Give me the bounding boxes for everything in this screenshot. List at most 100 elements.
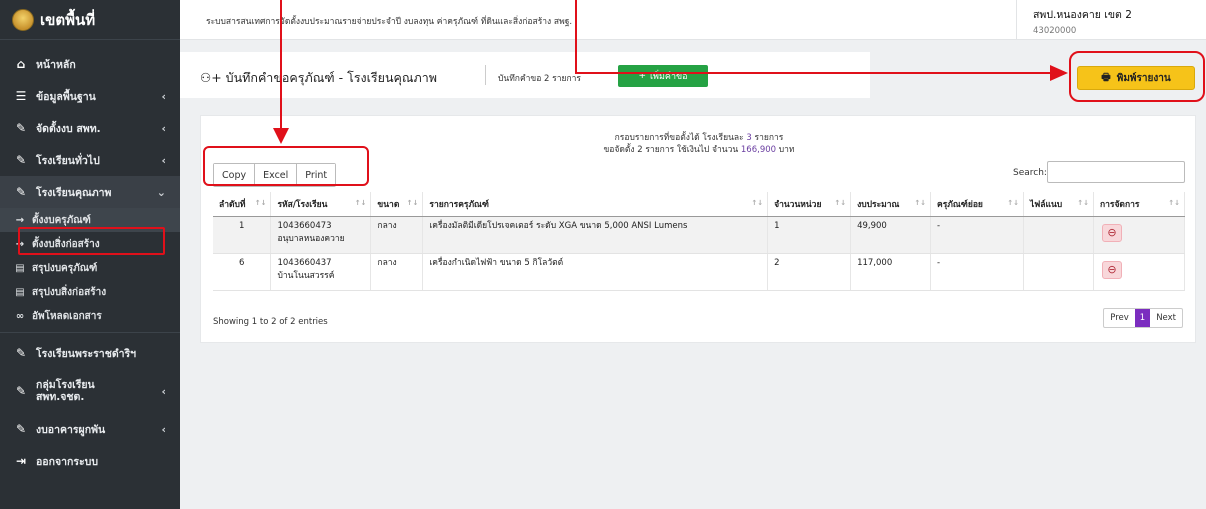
cell-no: 6 [213,253,272,291]
minus-circle-icon: ⊖ [1107,225,1117,239]
sidebar-item-royal-schools[interactable]: ✎ โรงเรียนพระราชดำริฯ [0,337,180,369]
chevron-left-icon: ‹ [161,89,166,103]
col-school-label: รหัส/โรงเรียน [277,199,328,210]
chevron-down-icon: ⌄ [156,185,166,199]
sidebar-item-home[interactable]: ⌂ หน้าหลัก [0,48,180,80]
home-icon: ⌂ [16,57,26,71]
system-title: ระบบสารสนเทศการจัดตั้งงบประมาณรายจ่ายประ… [206,17,573,27]
col-school[interactable]: รหัส/โรงเรียน ↑↓ [270,192,372,217]
sidebar-item-label-line2: สพท.จชต. [36,391,85,403]
summary-line-1: กรอบรายการที่ขอตั้งได้ โรงเรียนละ 3 รายก… [201,132,1197,144]
sidebar-item-label-line1: กลุ่มโรงเรียน [36,379,95,391]
cell-qty: 1 [767,216,852,254]
logout-icon: ⇥ [15,454,27,468]
sort-icon: ↑↓ [254,199,267,207]
edit-icon: ✎ [15,384,27,398]
topbar: ระบบสารสนเทศการจัดตั้งงบประมาณรายจ่ายประ… [180,0,1206,40]
delete-button[interactable]: ⊖ [1101,260,1122,279]
page-header-box: ⚇+ บันทึกคำขอครุภัณฑ์ - โรงเรียนคุณภาพ บ… [180,52,870,98]
col-no-label: ลำดับที่ [219,199,246,210]
sort-icon: ↑↓ [1007,199,1019,207]
delete-button[interactable]: ⊖ [1101,223,1122,242]
annotation-box-sidebar [18,227,165,255]
page-title: ⚇+ บันทึกคำขอครุภัณฑ์ - โรงเรียนคุณภาพ [200,68,437,88]
sidebar-subitem-label: สรุปงบครุภัณฑ์ [32,262,98,274]
col-qty-label: จำนวนหน่วย [774,199,822,210]
cell-qty: 2 [767,253,852,291]
annotation-arrow-head [273,128,289,144]
sidebar-item-label: โรงเรียนทั่วไป [36,154,100,167]
sidebar-item-label: โรงเรียนคุณภาพ [36,186,112,199]
annotation-arrow-head [1050,65,1068,81]
header-separator [485,65,486,85]
sidebar-item-quality-schools[interactable]: ✎ โรงเรียนคุณภาพ ⌄ [0,176,180,208]
sidebar-subitem-construction-summary[interactable]: ▤ สรุปงบสิ่งก่อสร้าง [0,280,180,304]
cell-no: 1 [213,216,272,254]
col-item[interactable]: รายการครุภัณฑ์ ↑↓ [422,192,769,217]
table-row: 6 1043660437 บ้านโนนสวรรค์ กลาง เครื่องกำ… [213,253,1186,291]
annotation-arrow-line [575,0,577,74]
sidebar-subitem-upload[interactable]: ∞ อัพโหลดเอกสาร [0,304,180,328]
page-1-button[interactable]: 1 [1134,309,1151,327]
sidebar-item-general-schools[interactable]: ✎ โรงเรียนทั่วไป ‹ [0,144,180,176]
school-code: 1043660473 [277,220,332,231]
sidebar-subitem-label: สรุปงบสิ่งก่อสร้าง [32,286,107,298]
sidebar-item-logout[interactable]: ⇥ ออกจากระบบ [0,445,180,477]
col-qty[interactable]: จำนวนหน่วย ↑↓ [767,192,852,217]
sidebar-item-school-group[interactable]: ✎ กลุ่มโรงเรียน สพท.จชต. ‹ [0,369,180,413]
sort-icon: ↑↓ [751,199,764,207]
request-count: บันทึกคำขอ 2 รายการ [498,74,581,84]
col-actions-label: การจัดการ [1099,199,1140,210]
prev-page-button[interactable]: Prev [1104,313,1135,323]
cell-size: กลาง [370,216,424,254]
cell-sub-items: - [930,216,1024,254]
arrow-right-icon: → [15,214,25,226]
next-page-button[interactable]: Next [1150,313,1182,323]
cell-school: 1043660437 บ้านโนนสวรรค์ [270,253,372,291]
col-budget-label: งบประมาณ [857,199,900,210]
sidebar-item-label: ข้อมูลพื้นฐาน [36,90,96,103]
col-actions[interactable]: การจัดการ ↑↓ [1093,192,1186,217]
col-item-label: รายการครุภัณฑ์ [429,199,489,210]
sidebar-item-office-budget[interactable]: ✎ จัดตั้งงบ สพท. ‹ [0,112,180,144]
search-input[interactable] [1047,161,1185,183]
sort-icon: ↑↓ [406,199,419,207]
col-size[interactable]: ขนาด ↑↓ [370,192,424,217]
sidebar-subitem-equipment-summary[interactable]: ▤ สรุปงบครุภัณฑ์ [0,256,180,280]
sort-icon: ↑↓ [834,199,847,207]
link-icon: ∞ [15,310,25,322]
edit-icon: ✎ [15,422,27,436]
summary-line2-value: 166,900 [740,145,777,155]
cell-attachment [1023,253,1094,291]
add-request-button[interactable]: + เพิ่มคำขอ [618,65,708,87]
user-name: สพป.หนองคาย เขต 2 [1033,9,1132,21]
user-box[interactable]: สพป.หนองคาย เขต 2 43020000 [1016,0,1206,40]
cell-size: กลาง [370,253,424,291]
annotation-arrow-line [575,72,1053,74]
requests-table: ลำดับที่ ↑↓ รหัส/โรงเรียน ↑↓ ขนาด ↑↓ รายการ… [213,192,1186,291]
user-plus-icon: ⚇+ [200,70,226,85]
brand[interactable]: เขตพื้นที่ [0,0,180,40]
col-budget[interactable]: งบประมาณ ↑↓ [850,192,932,217]
col-attachment-label: ไฟล์แนบ [1030,199,1063,210]
cell-school: 1043660473 อนุบาลหนองควาย [270,216,372,254]
edit-icon: ✎ [15,153,27,167]
brand-logo [12,8,34,31]
school-name: อนุบาลหนองควาย [277,233,345,244]
summary-line2-prefix: ขอจัดตั้ง 2 รายการ ใช้เงินไป จำนวน [603,145,739,155]
school-code: 1043660437 [277,257,332,268]
col-no[interactable]: ลำดับที่ ↑↓ [213,192,272,217]
list-icon: ▤ [15,286,25,298]
chevron-left-icon: ‹ [161,153,166,167]
col-attachment[interactable]: ไฟล์แนบ ↑↓ [1023,192,1094,217]
pagination: Prev 1 Next [1103,308,1183,328]
sidebar-item-label: กลุ่มโรงเรียน สพท.จชต. [36,379,95,403]
edit-icon: ✎ [15,185,27,199]
sidebar-item-basic-data[interactable]: ☰ ข้อมูลพื้นฐาน ‹ [0,80,180,112]
sidebar-item-label: หน้าหลัก [36,58,76,71]
sidebar-item-building-budget[interactable]: ✎ งบอาคารผูกพัน ‹ [0,413,180,445]
summary-line1-prefix: กรอบรายการที่ขอตั้งได้ โรงเรียนละ [614,133,744,143]
col-sub-items[interactable]: ครุภัณฑ์ย่อย ↑↓ [930,192,1024,217]
edit-icon: ✎ [15,346,27,360]
table-header-row: ลำดับที่ ↑↓ รหัส/โรงเรียน ↑↓ ขนาด ↑↓ รายการ… [213,192,1186,217]
